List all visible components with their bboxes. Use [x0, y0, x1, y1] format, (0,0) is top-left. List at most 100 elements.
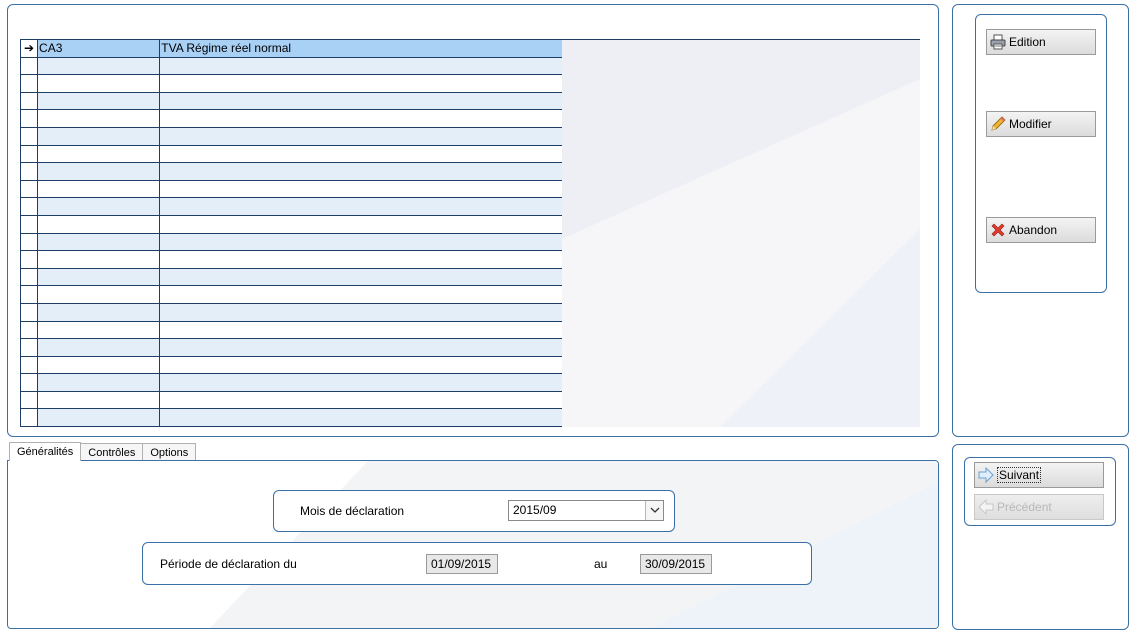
tab-generalites[interactable]: Généralités — [9, 442, 82, 461]
label-cell[interactable] — [159, 215, 562, 234]
label-cell[interactable] — [159, 233, 562, 252]
date-from-value: 01/09/2015 — [431, 557, 492, 571]
table-row[interactable] — [20, 145, 562, 164]
tab-generalites-label: Généralités — [17, 446, 74, 458]
label-cell[interactable] — [159, 391, 562, 410]
table-row[interactable] — [20, 373, 562, 392]
row-indicator — [20, 303, 39, 322]
code-cell[interactable]: CA3 — [37, 40, 161, 58]
mois-select[interactable]: 2015/09 — [508, 500, 664, 521]
pencil-icon — [990, 116, 1006, 132]
arrow-right-icon — [978, 467, 994, 483]
label-cell[interactable] — [159, 92, 562, 111]
tab-options[interactable]: Options — [142, 443, 197, 461]
label-cell[interactable] — [159, 127, 562, 146]
label-cell[interactable] — [159, 303, 562, 322]
label-cell[interactable] — [159, 268, 562, 287]
row-indicator — [20, 215, 39, 234]
label-cell[interactable] — [159, 109, 562, 128]
grid-table: ➔ CA3 TVA Régime réel normal — [20, 40, 562, 427]
table-row[interactable] — [20, 74, 562, 93]
table-row[interactable] — [20, 92, 562, 111]
code-cell[interactable] — [37, 303, 161, 322]
label-cell[interactable] — [159, 285, 562, 304]
code-cell[interactable] — [37, 145, 161, 164]
label-cell[interactable] — [159, 145, 562, 164]
code-cell[interactable] — [37, 391, 161, 410]
code-cell[interactable] — [37, 215, 161, 234]
code-cell[interactable] — [37, 162, 161, 181]
code-cell[interactable] — [37, 408, 161, 427]
code-cell[interactable] — [37, 57, 161, 76]
row-indicator — [20, 145, 39, 164]
edition-button[interactable]: Edition — [986, 29, 1096, 55]
table-row[interactable] — [20, 408, 562, 427]
arrow-left-icon — [978, 499, 994, 515]
table-row[interactable] — [20, 127, 562, 146]
code-cell[interactable] — [37, 233, 161, 252]
table-row[interactable] — [20, 285, 562, 304]
tab-controles[interactable]: Contrôles — [80, 443, 144, 461]
printer-icon — [990, 34, 1006, 50]
row-indicator — [20, 268, 39, 287]
tab-options-label: Options — [150, 447, 189, 459]
code-cell[interactable] — [37, 180, 161, 199]
code-cell[interactable] — [37, 250, 161, 269]
table-row[interactable]: ➔ CA3 TVA Régime réel normal — [20, 40, 562, 58]
table-row[interactable] — [20, 356, 562, 375]
label-cell[interactable] — [159, 321, 562, 340]
row-indicator — [20, 356, 39, 375]
date-to-value: 30/09/2015 — [645, 557, 706, 571]
table-row[interactable] — [20, 303, 562, 322]
chevron-down-icon[interactable] — [645, 501, 663, 520]
code-cell[interactable] — [37, 74, 161, 93]
label-cell[interactable]: TVA Régime réel normal — [159, 40, 562, 58]
label-cell[interactable] — [159, 338, 562, 357]
code-cell[interactable] — [37, 92, 161, 111]
label-cell[interactable] — [159, 373, 562, 392]
label-cell[interactable] — [159, 250, 562, 269]
table-row[interactable] — [20, 57, 562, 76]
table-row[interactable] — [20, 268, 562, 287]
code-cell[interactable] — [37, 127, 161, 146]
code-cell[interactable] — [37, 338, 161, 357]
table-row[interactable] — [20, 215, 562, 234]
label-cell[interactable] — [159, 162, 562, 181]
row-indicator — [20, 373, 39, 392]
label-cell[interactable] — [159, 57, 562, 76]
modifier-button[interactable]: Modifier — [986, 111, 1096, 137]
label-cell[interactable] — [159, 408, 562, 427]
code-cell[interactable] — [37, 356, 161, 375]
table-row[interactable] — [20, 162, 562, 181]
table-row[interactable] — [20, 321, 562, 340]
table-row[interactable] — [20, 109, 562, 128]
row-indicator — [20, 162, 39, 181]
date-from-field[interactable]: 01/09/2015 — [426, 554, 498, 574]
table-row[interactable] — [20, 233, 562, 252]
row-indicator — [20, 180, 39, 199]
date-to-field[interactable]: 30/09/2015 — [640, 554, 712, 574]
precedent-button[interactable]: Précédent — [974, 494, 1104, 520]
code-cell[interactable] — [37, 373, 161, 392]
row-indicator — [20, 74, 39, 93]
declarations-grid[interactable]: ➔ CA3 TVA Régime réel normal — [20, 39, 920, 427]
actions-group — [975, 14, 1107, 293]
code-cell[interactable] — [37, 285, 161, 304]
table-row[interactable] — [20, 391, 562, 410]
abandon-button[interactable]: Abandon — [986, 217, 1096, 243]
code-cell[interactable] — [37, 268, 161, 287]
label-cell[interactable] — [159, 74, 562, 93]
label-cell[interactable] — [159, 197, 562, 216]
table-row[interactable] — [20, 180, 562, 199]
code-cell[interactable] — [37, 109, 161, 128]
label-cell[interactable] — [159, 356, 562, 375]
suivant-label: Suivant — [997, 467, 1042, 483]
table-row[interactable] — [20, 197, 562, 216]
modifier-label: Modifier — [1009, 117, 1052, 131]
code-cell[interactable] — [37, 321, 161, 340]
table-row[interactable] — [20, 338, 562, 357]
code-cell[interactable] — [37, 197, 161, 216]
suivant-button[interactable]: Suivant — [974, 462, 1104, 488]
table-row[interactable] — [20, 250, 562, 269]
label-cell[interactable] — [159, 180, 562, 199]
